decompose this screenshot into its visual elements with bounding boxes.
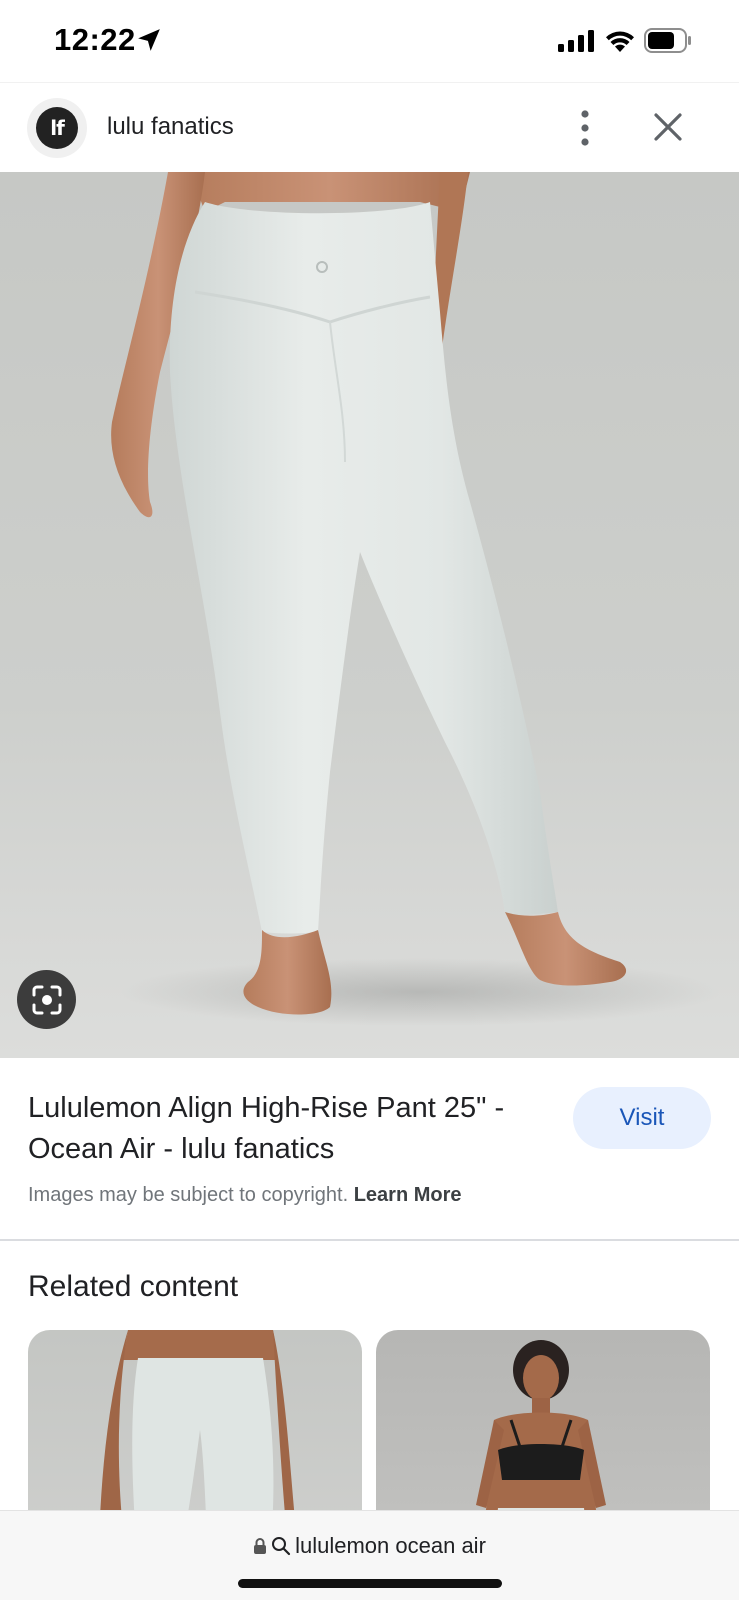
search-icon [272,1537,291,1556]
related-content-heading: Related content [28,1270,239,1303]
cellular-signal-icon [558,30,594,52]
status-bar: 12:22 [0,0,739,82]
status-time: 12:22 [54,22,136,57]
image-viewer-page: 12:22 lf lulu fanatics Lululemon Align H… [0,0,739,1600]
wifi-icon [606,31,634,52]
site-avatar[interactable]: lf [27,98,87,158]
copyright-notice: Images may be subject to copyright. Lear… [28,1184,462,1207]
battery-icon [644,28,691,53]
copyright-text: Images may be subject to copyright. [28,1184,349,1206]
site-logo: lf [36,107,78,149]
image-viewer-header: lf lulu fanatics [0,82,739,172]
lens-search-button[interactable] [17,970,76,1029]
browser-address-bar[interactable]: lululemon ocean air [0,1510,739,1600]
product-title[interactable]: Lululemon Align High-Rise Pant 25" - Oce… [28,1088,558,1170]
lens-search-icon [32,985,61,1014]
visit-button[interactable]: Visit [573,1087,711,1149]
section-divider [0,1239,739,1241]
url-row[interactable]: lululemon ocean air [0,1533,739,1559]
location-arrow-icon [138,29,160,51]
site-name[interactable]: lulu fanatics [107,113,234,141]
url-text: lululemon ocean air [295,1533,486,1558]
lock-icon [254,1538,267,1554]
close-icon[interactable] [650,109,686,145]
home-indicator[interactable] [238,1579,502,1588]
product-info: Lululemon Align High-Rise Pant 25" - Oce… [0,1058,739,1240]
product-image-illustration [111,172,720,1026]
product-image[interactable] [0,172,739,1058]
more-vertical-icon[interactable] [571,105,599,151]
learn-more-link[interactable]: Learn More [354,1184,462,1206]
